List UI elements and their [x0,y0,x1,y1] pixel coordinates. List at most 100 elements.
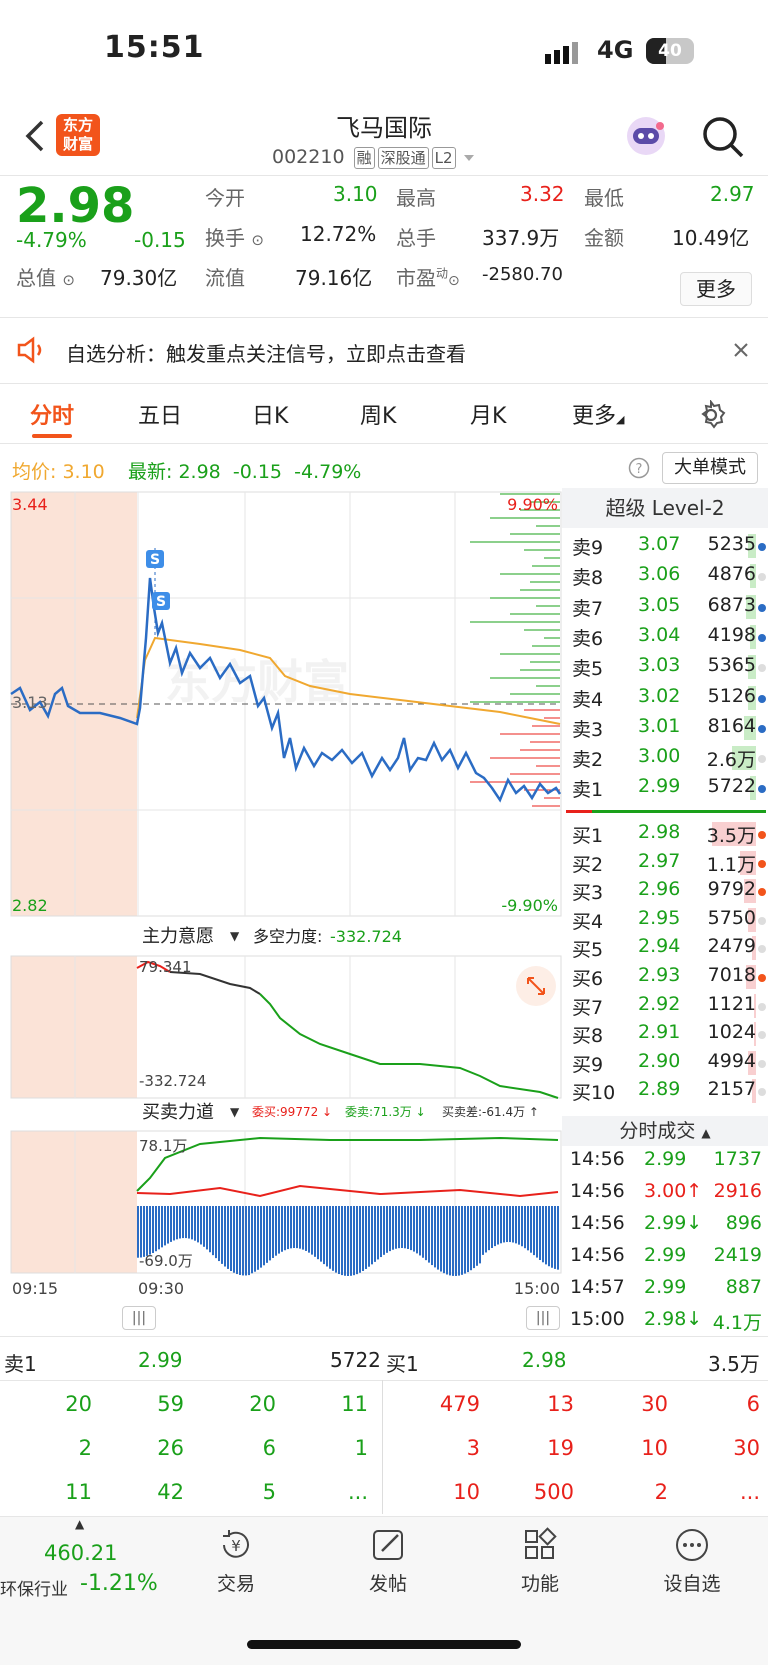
bid-row[interactable]: 买6 2.93 7018 [562,961,768,991]
ask-row[interactable]: 卖3 3.01 8164 [562,712,768,742]
bid-row[interactable]: 买10 2.89 2157 [562,1075,768,1105]
level2-panel: 超级 Level-2 卖9 3.07 5235 卖8 3.06 4876 卖7 3.05 687… [562,488,768,1116]
bid-row[interactable]: 买1 2.98 3.5万 [562,818,768,848]
trade-time: 14:56 [570,1244,625,1266]
more-button[interactable]: 更多 [680,272,752,306]
level-price: 2.99 [638,775,681,798]
float-label: 流值 [205,266,245,290]
queue-buy-cell: 500 [533,1480,574,1504]
volume-label: 总手 [396,226,436,250]
bid-row[interactable]: 买3 2.96 9792 [562,875,768,905]
info-icon[interactable]: ⊙ [62,271,75,289]
status-dot [758,1002,766,1011]
level-volume: 1024 [707,1021,756,1044]
tab-weekly[interactable]: 周K [360,398,396,430]
diff-bar [245,1206,247,1276]
queue-buy-cell: 10 [641,1436,668,1460]
alert-banner[interactable]: 自选分析：触发重点关注信号，立即点击查看 [0,318,768,384]
diff-bar [533,1206,535,1256]
settings-gear-icon[interactable] [696,400,726,430]
tab-daily[interactable]: 日K [252,398,288,430]
info-icon[interactable]: ⊙ [251,231,264,249]
info-icon[interactable]: ⊙ [448,273,460,289]
tab-more[interactable]: 更多◢ [572,398,624,430]
ind1-line-green [259,993,559,1099]
robot-assistant-icon[interactable] [624,114,668,158]
trades-title[interactable]: 分时成交 ▲ [562,1116,768,1146]
level-label: 买8 [572,1025,604,1048]
level-price: 3.05 [638,593,681,616]
ask-row[interactable]: 卖9 3.07 5235 [562,530,768,560]
level-label: 卖9 [572,537,604,559]
ask-row[interactable]: 卖6 3.04 4198 [562,621,768,651]
trade-price: 2.99 [644,1276,687,1298]
nav-post[interactable]: 发帖 [338,1527,438,1596]
diff-bar [278,1206,280,1254]
bid-row[interactable]: 买7 2.92 1121 [562,990,768,1020]
scroll-handle-right[interactable]: ||| [526,1306,560,1330]
diff-bar [350,1206,352,1276]
time-open: 09:30 [138,1279,184,1298]
ask-row[interactable]: 卖7 3.05 6873 [562,591,768,621]
status-dot [758,724,766,733]
tab-5day[interactable]: 五日 [138,398,182,430]
bid-row[interactable]: 买9 2.90 4994 [562,1047,768,1077]
ask-row[interactable]: 卖5 3.03 5365 [562,651,768,681]
status-dot [758,603,766,612]
ind2-lo: -69.0万 [139,1252,193,1270]
level-volume: 1121 [707,992,756,1015]
stock-code-line[interactable]: 002210 融深股通 L2 [272,146,476,169]
ask-row[interactable]: 卖4 3.02 5126 [562,682,768,712]
index-value[interactable]: 460.21 [44,1541,117,1565]
search-icon[interactable] [700,114,746,160]
queue-sell-cell: 6 [262,1436,276,1460]
nav-functions[interactable]: 功能 [490,1527,590,1596]
avg-price: 均价: 3.10 [12,461,105,483]
status-dot [758,945,766,954]
dropdown-triangle-icon[interactable]: ▼ [230,929,240,943]
diff-bar [209,1206,211,1253]
ask-row[interactable]: 卖8 3.06 4876 [562,560,768,590]
bid-row[interactable]: 买5 2.94 2479 [562,932,768,962]
level2-title[interactable]: 超级 Level-2 [562,488,768,528]
diff-bar [272,1206,274,1258]
nav-trade[interactable]: ¥ 交易 [186,1527,286,1596]
bid-row[interactable]: 买2 2.97 1.1万 [562,847,768,877]
diff-bar [548,1206,550,1267]
tab-intraday[interactable]: 分时 [30,398,74,430]
level-price: 3.00 [638,745,681,768]
bid-row[interactable]: 买4 2.95 5750 [562,904,768,934]
diff-bar [152,1206,154,1254]
level-volume: 7018 [707,964,756,986]
scroll-handle-left[interactable]: ||| [122,1306,156,1330]
quote-panel: 2.98 -4.79% -0.15 总值 ⊙ 79.30亿 今开 3.10 最高… [0,176,768,318]
close-icon[interactable] [733,342,749,358]
trade-time: 15:00 [570,1308,625,1330]
level-volume: 6873 [707,593,756,616]
diff-bar [248,1206,250,1276]
status-dot [758,755,766,764]
big-order-mode-button[interactable]: 大单模式 [662,452,758,484]
diff-bar [137,1206,139,1258]
queue-buy-cell: ... [739,1480,760,1504]
nav-add-watchlist[interactable]: 设自选 [642,1527,742,1596]
ask-row[interactable]: 卖1 2.99 5722 [562,772,768,802]
dropdown-triangle-icon[interactable]: ▼ [230,1105,240,1119]
diff-bar [467,1206,469,1273]
help-icon[interactable]: ? [628,457,650,479]
index-pct[interactable]: -1.21% [80,1571,158,1596]
diff-bar [476,1206,478,1266]
intraday-chart[interactable]: 东方财富 S S 3.44 3.13 2.82 9.90% -9.90% 主力意… [0,488,562,1308]
amount-label: 金额 [584,226,624,250]
collapse-triangle-icon[interactable]: ▲ [75,1517,84,1531]
status-dot [758,859,766,868]
bid-row[interactable]: 买8 2.91 1024 [562,1018,768,1048]
ind2-name[interactable]: 买卖力道 [142,1102,214,1123]
level-price: 2.98 [638,821,681,843]
status-dot [758,543,766,551]
index-name[interactable]: 环保行业 [0,1575,68,1600]
ask-row[interactable]: 卖2 3.00 2.6万 [562,742,768,772]
ind1-name[interactable]: 主力意愿 [142,926,214,947]
tab-monthly[interactable]: 月K [470,398,506,430]
diff-bar [227,1206,229,1269]
